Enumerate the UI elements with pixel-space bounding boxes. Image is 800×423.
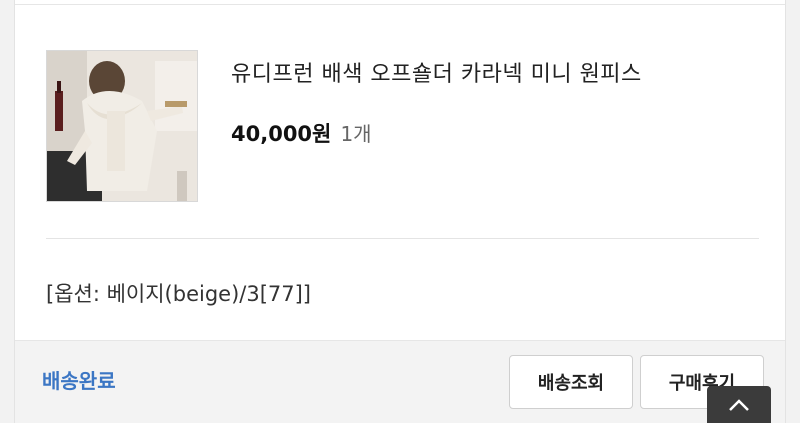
delivery-status: 배송완료 [42,369,116,393]
card-top-border [15,0,785,5]
product-thumbnail[interactable] [46,50,198,202]
order-item-card: 유디프런 배색 오프숄더 카라넥 미니 원피스 40,000원 1개 [옵션: … [14,0,786,423]
divider [46,238,759,239]
product-price: 40,000원 [231,122,332,146]
price-row: 40,000원 1개 [231,118,372,148]
dress-photo-icon [47,51,197,201]
order-footer: 배송완료 배송조회 구매후기 [15,340,785,423]
product-quantity: 1개 [340,122,372,146]
product-option: [옵션: 베이지(beige)/3[77]] [46,282,311,306]
scroll-to-top-button[interactable] [707,386,771,423]
product-name[interactable]: 유디프런 배색 오프숄더 카라넥 미니 원피스 [231,56,642,88]
track-delivery-button[interactable]: 배송조회 [509,355,633,409]
chevron-up-icon [729,398,749,411]
